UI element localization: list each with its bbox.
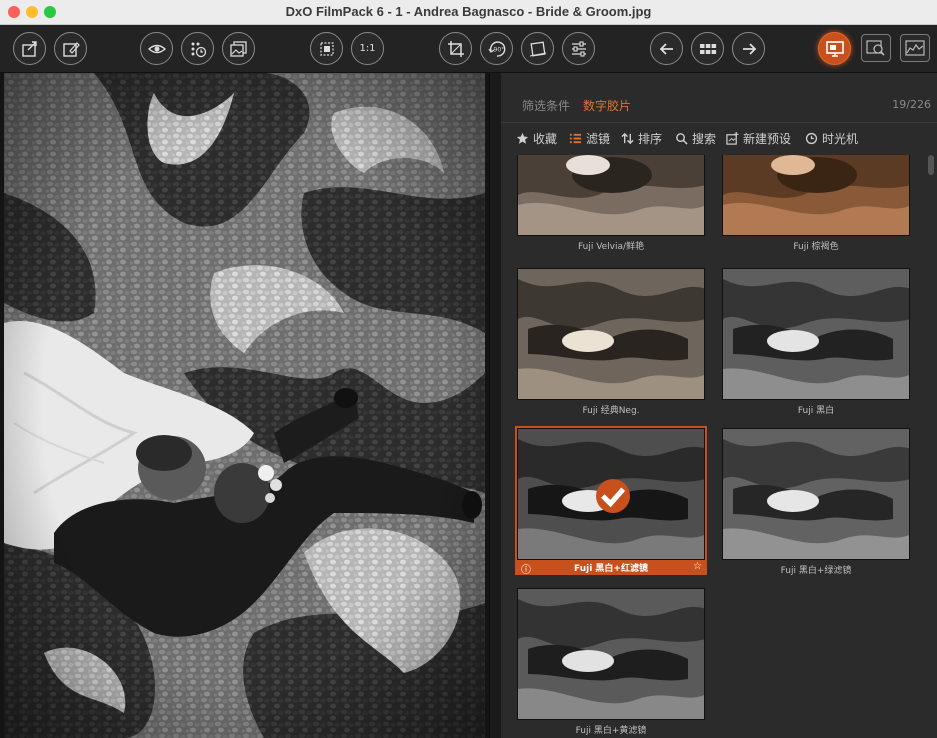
panel-splitter[interactable] [489, 73, 501, 738]
search-label: 搜索 [692, 132, 717, 146]
preset-caption: Fuji 黑白+绿滤镜 [780, 566, 852, 576]
next-image-button[interactable] [732, 32, 765, 65]
adjust-button[interactable] [562, 32, 595, 65]
preset-caption: Fuji 经典Neg. [582, 406, 640, 416]
monitor-icon [825, 40, 844, 57]
new-preset-icon [726, 132, 739, 145]
active-category-label[interactable]: 数字胶片 [583, 97, 631, 114]
filters-label: 滤镜 [586, 132, 611, 146]
favorites-button[interactable]: 收藏 [516, 130, 557, 147]
rotate-button[interactable]: 90° [480, 32, 513, 65]
zoom-100-button[interactable]: 1:1 [351, 32, 384, 65]
new-preset-label: 新建预设 [743, 132, 792, 146]
eye-icon [147, 44, 166, 53]
preset-thumbnail[interactable]: Fuji 黑白 [722, 268, 910, 416]
straighten-icon [529, 40, 546, 57]
panel-header: 筛选条件 数字胶片 19/226 [501, 73, 937, 123]
export-icon [21, 40, 37, 57]
time-machine-label: 时光机 [822, 132, 859, 146]
preset-caption: Fuji 黑白+黄滤镜 [575, 726, 647, 736]
preset-grid: Fuji Velvia/鲜艳 Fuji 棕褐色 Fuji 经典Neg. Fuji… [501, 155, 925, 738]
preset-thumbnail[interactable]: Fuji 黑白+黄滤镜 [517, 588, 705, 736]
new-preset-button[interactable]: 新建预设 [726, 130, 791, 147]
filters-button[interactable]: 滤镜 [569, 130, 610, 147]
scroll-thumb[interactable] [928, 155, 934, 175]
crop-icon [447, 40, 464, 57]
edit-in-button[interactable] [54, 32, 87, 65]
histogram-icon [905, 40, 925, 56]
compare-history-button[interactable] [181, 32, 214, 65]
zoom-fit-icon [319, 41, 334, 56]
sort-label: 排序 [638, 132, 663, 146]
search-icon [676, 133, 688, 145]
compare-history-icon [191, 42, 206, 57]
preset-thumbnail[interactable]: Fuji 经典Neg. [517, 268, 705, 416]
preset-thumbnail[interactable]: Fuji 棕褐色 [722, 155, 910, 252]
search-button[interactable]: 搜索 [675, 130, 716, 147]
info-icon[interactable]: ⓘ [521, 561, 531, 576]
crop-button[interactable] [439, 32, 472, 65]
sort-button[interactable]: 排序 [621, 130, 662, 147]
loupe-panel-button[interactable] [861, 34, 891, 62]
preset-scrollbar[interactable] [927, 155, 935, 738]
toolbar: 1:1 90° [0, 25, 937, 73]
list-icon [569, 133, 582, 144]
main-photo [4, 73, 485, 738]
previous-image-button[interactable] [650, 32, 683, 65]
window-title: DxO FilmPack 6 - 1 - Andrea Bagnasco - B… [285, 4, 652, 19]
preset-preview [517, 155, 705, 236]
panel-tools: 收藏 滤镜 排序 搜索 新建预设 时光机 [501, 123, 937, 153]
preset-thumbnail[interactable]: Fuji 黑白+绿滤镜 [722, 428, 910, 576]
preset-preview [517, 588, 705, 720]
preset-caption: Fuji Velvia/鲜艳 [577, 242, 645, 252]
sort-icon [621, 132, 634, 145]
presets-panel-button[interactable] [818, 32, 851, 65]
rotate-icon: 90° [487, 40, 505, 57]
forward-arrow-icon [742, 42, 756, 55]
grid-view-button[interactable] [691, 32, 724, 65]
preset-preview [517, 428, 705, 560]
gallery-button[interactable] [222, 32, 255, 65]
preset-caption: ⓘ Fuji 黑白+红滤镜 ☆ [517, 561, 705, 576]
selected-check-icon [596, 479, 630, 513]
favorites-label: 收藏 [533, 132, 558, 146]
time-machine-button[interactable]: 时光机 [805, 130, 858, 147]
preset-caption-text: Fuji 黑白+红滤镜 [574, 564, 648, 574]
preset-thumbnail-selected[interactable]: ⓘ Fuji 黑白+红滤镜 ☆ [515, 426, 707, 576]
preset-thumbnail[interactable]: Fuji Velvia/鲜艳 [517, 155, 705, 252]
presets-panel: 筛选条件 数字胶片 19/226 收藏 滤镜 排序 搜索 新建预设 时光机 Fu… [501, 73, 937, 738]
adjust-sliders-icon [571, 40, 586, 57]
export-button[interactable] [13, 32, 46, 65]
preset-caption: Fuji 黑白 [797, 406, 835, 416]
favorite-star-icon[interactable]: ☆ [693, 561, 702, 572]
preset-count: 19/226 [892, 98, 931, 111]
back-arrow-icon [659, 42, 673, 55]
time-machine-icon [805, 132, 818, 145]
star-icon [516, 132, 529, 144]
preset-preview [722, 155, 910, 236]
preset-preview [517, 268, 705, 400]
loupe-icon [866, 40, 885, 56]
preset-caption: Fuji 棕褐色 [793, 242, 839, 252]
preview-toggle-button[interactable] [140, 32, 173, 65]
zoom-fit-button[interactable] [310, 32, 343, 65]
straighten-button[interactable] [521, 32, 554, 65]
edit-icon [62, 41, 80, 57]
rotate-label: 90° [493, 46, 504, 53]
image-viewer[interactable] [0, 73, 489, 738]
preset-preview [722, 428, 910, 560]
histogram-panel-button[interactable] [900, 34, 930, 62]
grid-view-icon [699, 43, 716, 54]
gallery-icon [229, 40, 247, 57]
zoom-100-label: 1:1 [359, 43, 376, 54]
title-bar: DxO FilmPack 6 - 1 - Andrea Bagnasco - B… [0, 0, 937, 25]
preset-preview [722, 268, 910, 400]
filter-criteria-label[interactable]: 筛选条件 [522, 97, 570, 114]
